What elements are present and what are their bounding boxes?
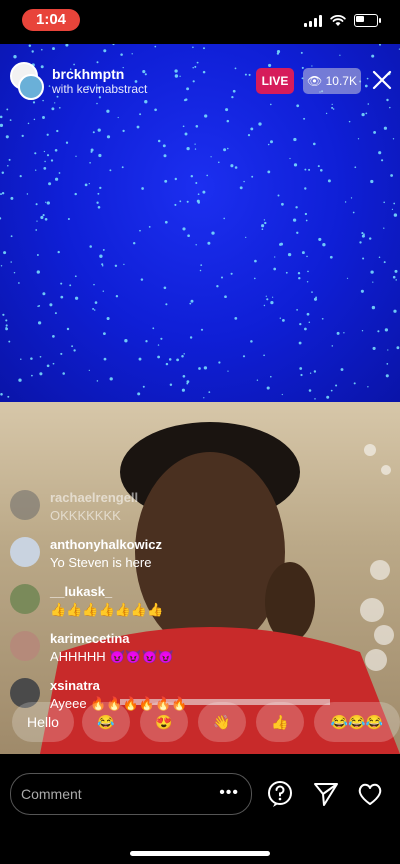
question-icon[interactable] bbox=[266, 780, 294, 808]
live-header: brckhmptn with kevinabstract LIVE 👁 10.7… bbox=[0, 58, 400, 104]
host-username[interactable]: brckhmptn bbox=[52, 66, 124, 82]
list-item: __lukask_ 👍👍👍👍👍👍👍 bbox=[10, 582, 310, 629]
guest-label[interactable]: with kevinabstract bbox=[52, 82, 147, 96]
comment-text: AHHHHH 😈😈😈😈 bbox=[50, 649, 174, 664]
live-badge: LIVE bbox=[256, 68, 294, 94]
more-options-icon[interactable]: ••• bbox=[219, 784, 239, 802]
quick-reply-joy[interactable]: 😂 bbox=[82, 702, 130, 742]
avatar[interactable] bbox=[10, 537, 40, 567]
avatar[interactable] bbox=[10, 584, 40, 614]
viewer-count-value: 10.7K bbox=[325, 74, 357, 88]
wifi-icon bbox=[330, 14, 346, 26]
eye-icon: 👁 bbox=[307, 74, 323, 88]
comment-input[interactable]: Comment ••• bbox=[10, 773, 252, 815]
comment-bar: Comment ••• bbox=[0, 754, 400, 864]
close-icon[interactable] bbox=[370, 68, 394, 92]
list-item: rachaelrengell OKKKKKKK bbox=[10, 488, 310, 535]
quick-reply-wave[interactable]: 👋 bbox=[198, 702, 246, 742]
comment-text: 👍👍👍👍👍👍👍 bbox=[50, 602, 164, 617]
quick-reply-triple-joy[interactable]: 😂😂😂 bbox=[314, 702, 400, 742]
comment-username[interactable]: __lukask_ bbox=[50, 584, 112, 599]
status-time: 1:04 bbox=[22, 9, 80, 31]
avatar bbox=[18, 74, 44, 100]
home-indicator[interactable] bbox=[130, 851, 270, 856]
avatar[interactable] bbox=[10, 490, 40, 520]
comment-username[interactable]: xsinatra bbox=[50, 678, 100, 693]
quick-reply-hello[interactable]: Hello bbox=[12, 702, 74, 742]
avatar[interactable] bbox=[10, 631, 40, 661]
comment-placeholder: Comment bbox=[21, 786, 82, 802]
host-avatars[interactable] bbox=[10, 62, 44, 100]
comment-username[interactable]: anthonyhalkowicz bbox=[50, 537, 162, 552]
viewer-count[interactable]: 👁 10.7K bbox=[303, 68, 361, 94]
comment-username[interactable]: rachaelrengell bbox=[50, 490, 138, 505]
list-item: anthonyhalkowicz Yo Steven is here bbox=[10, 535, 310, 582]
comment-text: OKKKKKKK bbox=[50, 508, 121, 523]
quick-reactions: Hello 😂 😍 👋 👍 😂😂😂 bbox=[12, 702, 400, 742]
send-icon[interactable] bbox=[312, 780, 340, 808]
quick-reply-heart-eyes[interactable]: 😍 bbox=[140, 702, 188, 742]
comment-text: Yo Steven is here bbox=[50, 555, 152, 570]
heart-icon[interactable] bbox=[356, 780, 384, 808]
cellular-signal-icon bbox=[304, 14, 322, 27]
comment-username[interactable]: karimecetina bbox=[50, 631, 130, 646]
quick-reply-thumbs-up[interactable]: 👍 bbox=[256, 702, 304, 742]
comment-feed: rachaelrengell OKKKKKKK anthonyhalkowicz… bbox=[10, 488, 310, 723]
system-icons bbox=[304, 14, 381, 27]
floating-hearts bbox=[360, 444, 394, 671]
status-bar: 1:04 bbox=[0, 0, 400, 44]
battery-icon bbox=[354, 14, 381, 27]
list-item: karimecetina AHHHHH 😈😈😈😈 bbox=[10, 629, 310, 676]
